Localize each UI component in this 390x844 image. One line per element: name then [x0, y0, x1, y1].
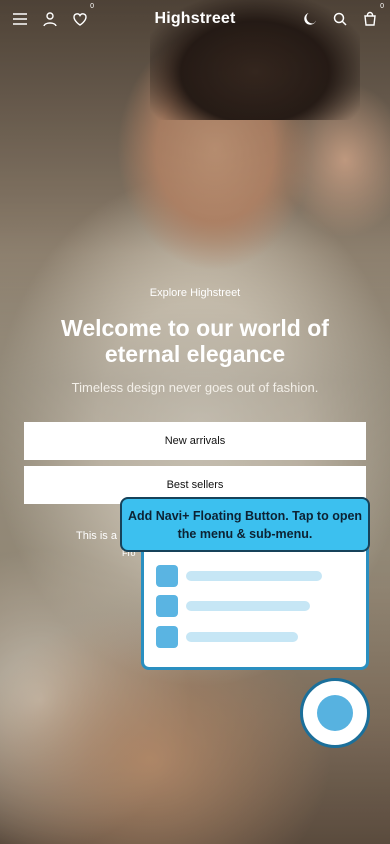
fab-icon: [317, 695, 353, 731]
hero-subline: Timeless design never goes out of fashio…: [71, 380, 319, 395]
wishlist-count: 0: [90, 3, 94, 10]
site-header: 0 Highstreet 0: [0, 0, 390, 38]
wishlist-icon[interactable]: 0: [70, 3, 94, 29]
account-icon[interactable]: [40, 9, 60, 29]
navi-menu-preview[interactable]: [141, 542, 369, 670]
menu-item-icon: [156, 626, 178, 648]
menu-item-icon: [156, 565, 178, 587]
navi-promo-tooltip: Add Navi+ Floating Button. Tap to open t…: [120, 497, 370, 552]
menu-item-icon: [156, 595, 178, 617]
menu-item-label-placeholder: [186, 571, 322, 581]
menu-item[interactable]: [156, 565, 322, 587]
menu-item-label-placeholder: [186, 632, 298, 642]
new-arrivals-button[interactable]: New arrivals: [24, 422, 366, 460]
hero-headline: Welcome to our world of eternal elegance: [61, 315, 329, 367]
hero-eyebrow: Explore Highstreet: [149, 287, 241, 299]
tooltip-text: Add Navi+ Floating Button. Tap to open t…: [127, 508, 363, 541]
menu-item[interactable]: [156, 595, 310, 617]
partially-hidden-text: This is a: [76, 530, 117, 542]
dark-mode-icon[interactable]: [300, 9, 320, 29]
menu-item[interactable]: [156, 626, 298, 648]
search-icon[interactable]: [330, 9, 350, 29]
hamburger-menu-icon[interactable]: [10, 9, 30, 29]
cart-count: 0: [380, 3, 384, 10]
cart-icon[interactable]: 0: [360, 3, 384, 29]
menu-item-label-placeholder: [186, 601, 310, 611]
floating-action-button[interactable]: [300, 678, 370, 748]
